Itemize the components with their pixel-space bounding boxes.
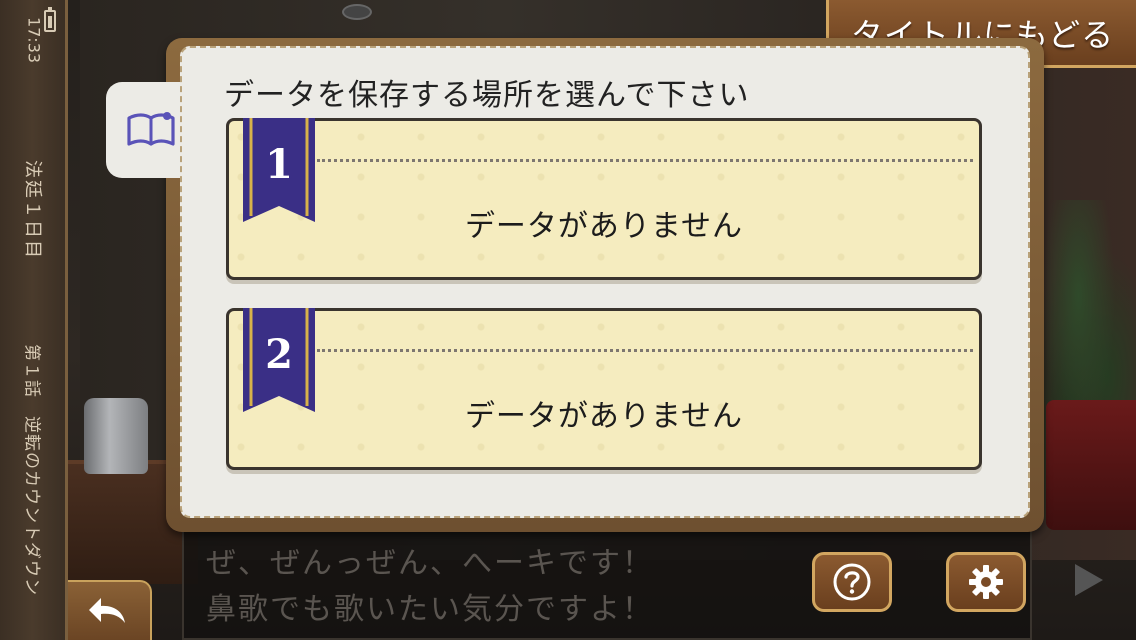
battery-icon	[44, 7, 56, 32]
back-button[interactable]	[68, 580, 152, 640]
question-mark-icon	[833, 563, 871, 601]
book-icon	[127, 112, 175, 146]
dialogue-box[interactable]: ぜ、ぜんっぜん、へーキです！ 鼻歌でも歌いたい気分ですよ！	[182, 528, 1032, 640]
status-sidebar: 17:33 法廷１日目 第１話 逆転のカウントダウン	[0, 0, 68, 640]
slot-divider	[317, 349, 973, 352]
ceiling-light	[342, 4, 372, 20]
undo-arrow-icon	[89, 598, 125, 623]
chapter-label: 第１話 逆転のカウントダウン	[21, 344, 42, 596]
clock-time: 17:33	[24, 16, 44, 64]
next-button[interactable]	[1068, 560, 1108, 600]
help-button[interactable]	[812, 552, 892, 612]
slot-number: 1	[265, 141, 293, 188]
save-panel-heading: データを保存する場所を選んで下さい	[224, 78, 750, 113]
day-label: 法廷１日目	[22, 160, 43, 260]
play-arrow-icon	[1075, 564, 1103, 596]
dialogue-line-2: 鼻歌でも歌いたい気分ですよ！	[206, 592, 654, 627]
slot-status: データがありません	[464, 399, 744, 434]
dialogue-line-1: ぜ、ぜんっぜん、へーキです！	[206, 546, 654, 581]
background-sofa	[1046, 400, 1136, 530]
slot-number: 2	[265, 331, 293, 378]
slot-status: データがありません	[464, 209, 744, 244]
background-thermos	[84, 398, 148, 474]
save-slot-1[interactable]: 1 データがありません	[226, 118, 982, 280]
save-slot-2[interactable]: 2 データがありません	[226, 308, 982, 470]
slot-divider	[317, 159, 973, 162]
settings-button[interactable]	[946, 552, 1026, 612]
gear-icon	[969, 565, 1003, 599]
